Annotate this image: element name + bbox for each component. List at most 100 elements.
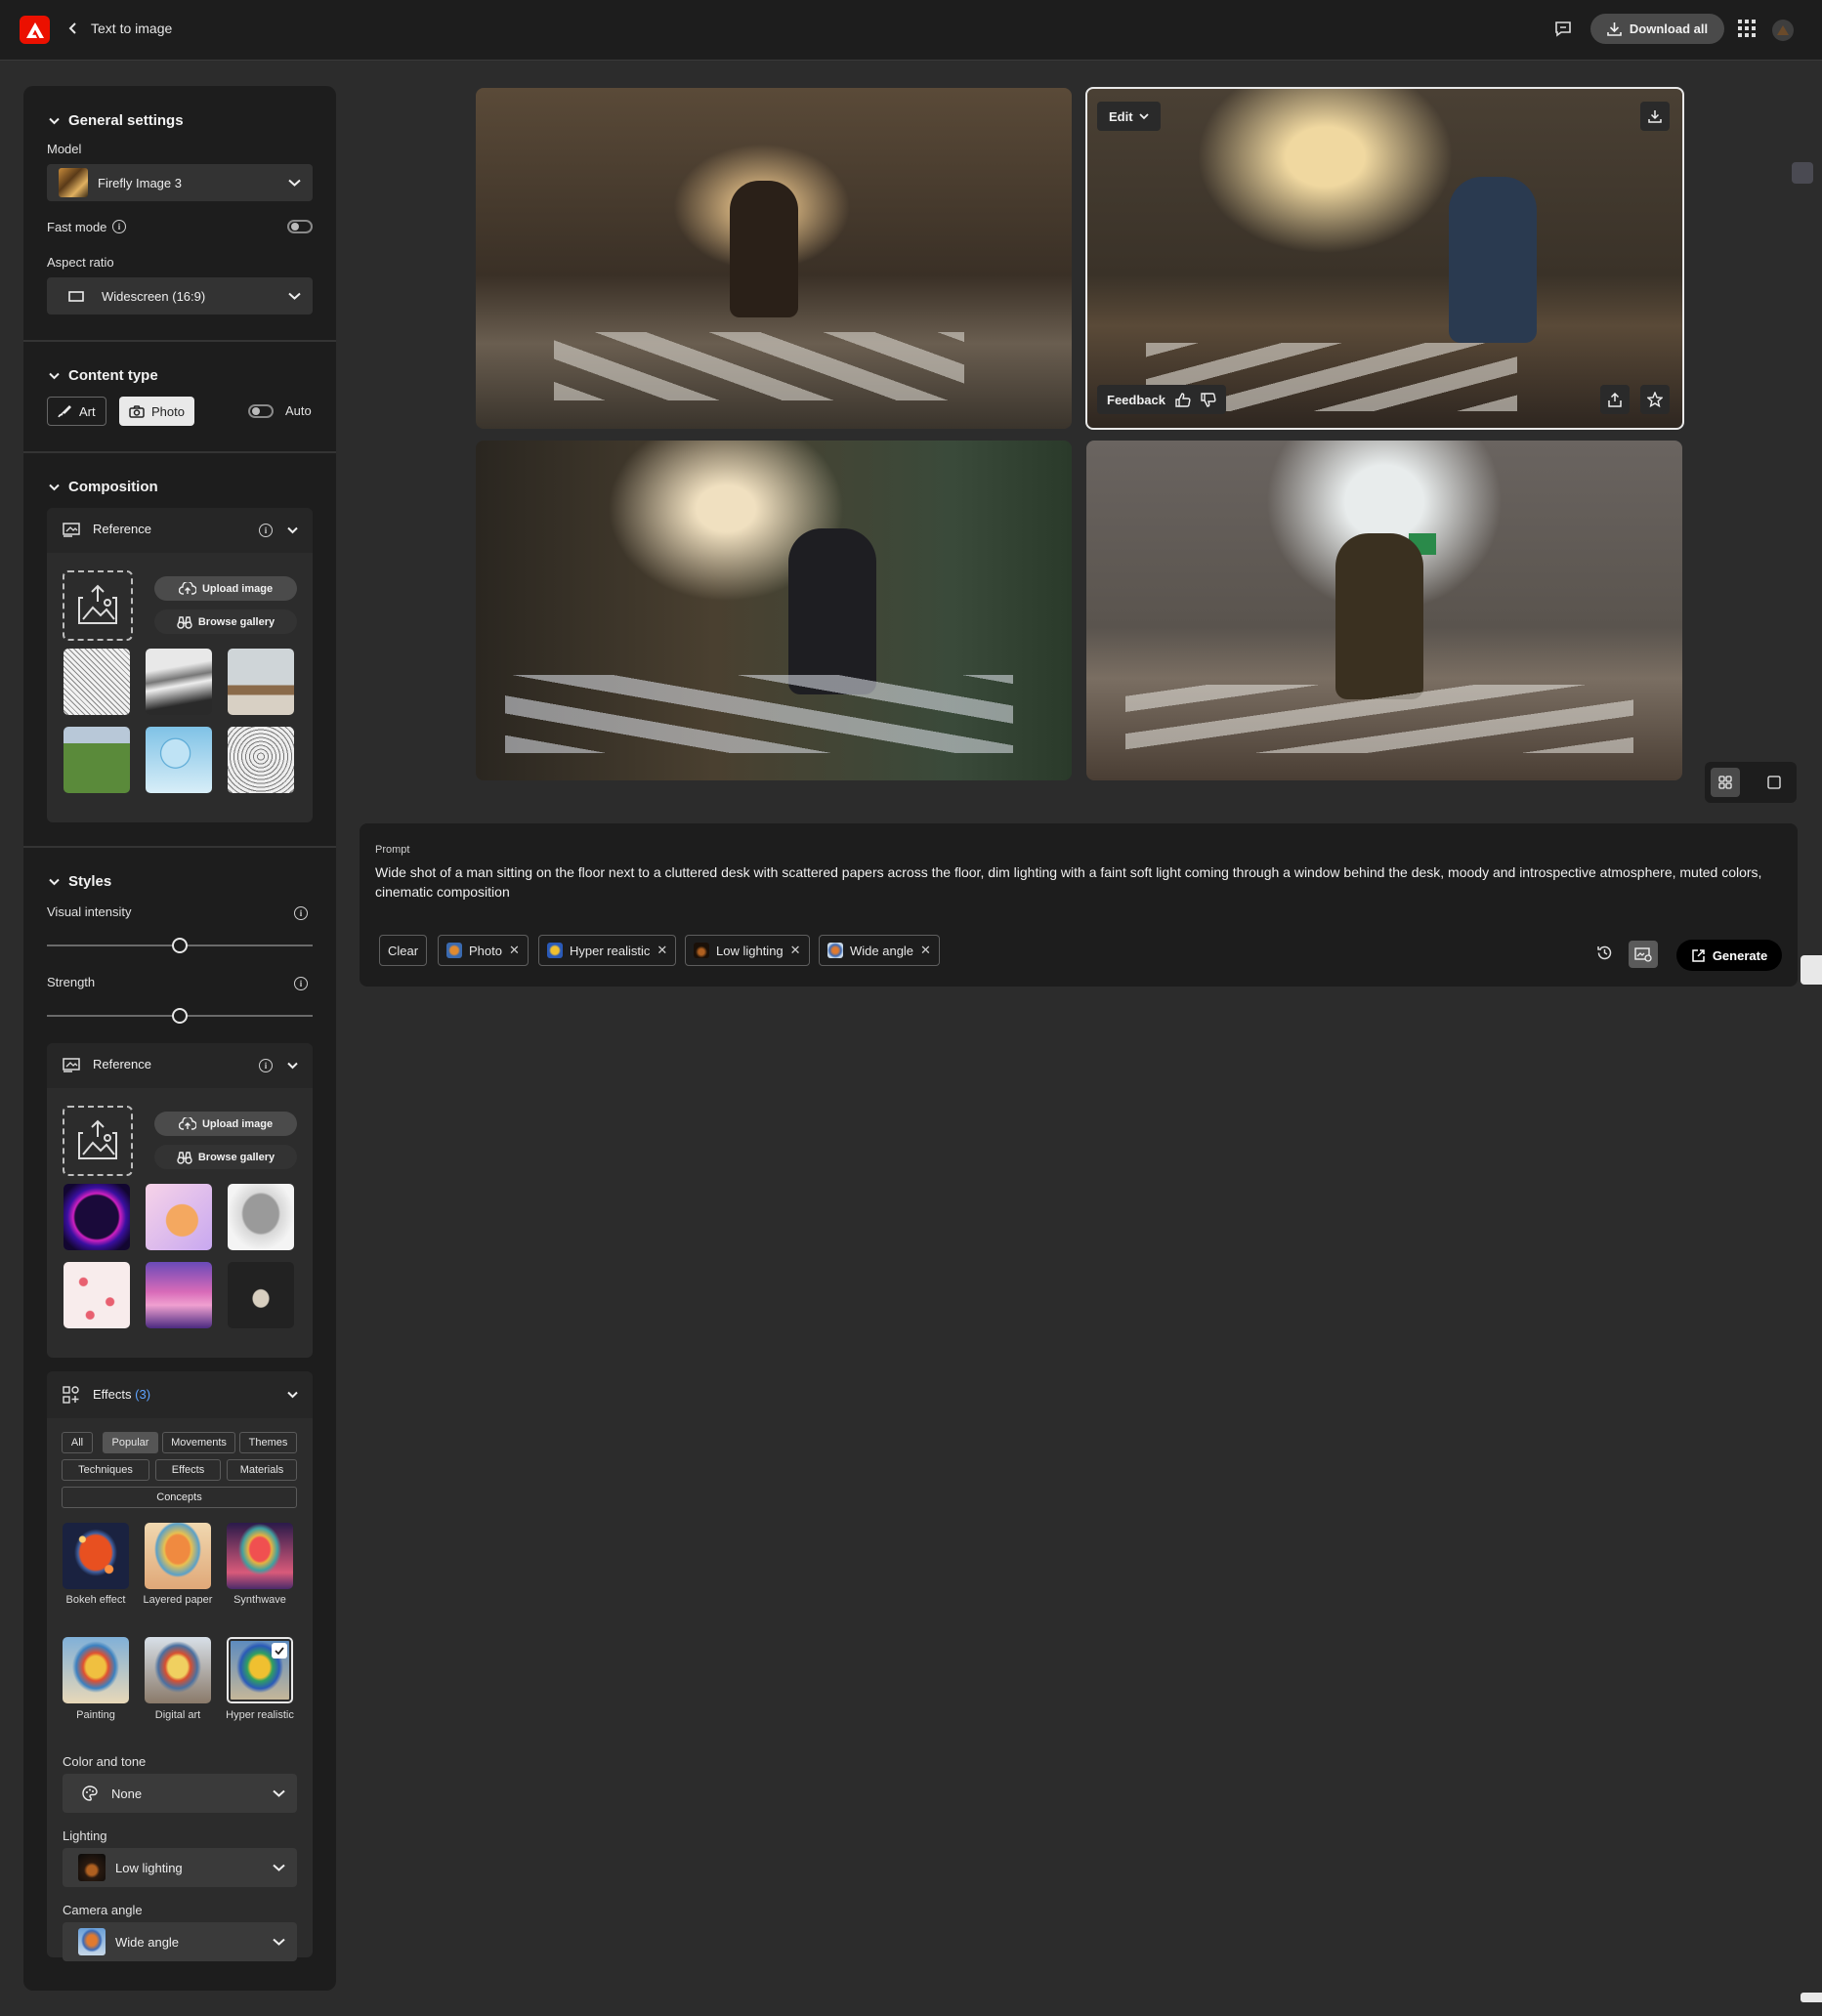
chip-photo[interactable]: Photo ✕ xyxy=(438,935,529,966)
side-drawer-handle-bottom[interactable] xyxy=(1801,1993,1822,2002)
aspect-ratio-label: Aspect ratio xyxy=(47,255,114,270)
chevron-down-icon[interactable] xyxy=(287,1062,298,1070)
browse-gallery-button[interactable]: Browse gallery xyxy=(154,609,297,634)
style-thumb-man-in-suit[interactable] xyxy=(228,1262,294,1328)
effect-hyper-realistic-thumb[interactable] xyxy=(227,1637,293,1703)
download-all-button[interactable]: Download all xyxy=(1590,14,1724,44)
effect-layered-paper-thumb[interactable] xyxy=(145,1523,211,1589)
content-type-header[interactable]: Content type xyxy=(49,367,158,384)
style-thumb-pattern[interactable] xyxy=(64,1262,130,1328)
chip-hyper-realistic[interactable]: Hyper realistic ✕ xyxy=(538,935,677,966)
share-button[interactable] xyxy=(1600,385,1630,414)
clear-button[interactable]: Clear xyxy=(379,935,428,966)
generated-image-3[interactable] xyxy=(476,441,1072,780)
chevron-down-icon[interactable] xyxy=(287,1391,298,1399)
style-thumb-engraved-portrait[interactable] xyxy=(228,1184,294,1250)
effects-tab-techniques[interactable]: Techniques xyxy=(62,1459,149,1481)
close-icon[interactable]: ✕ xyxy=(790,943,801,958)
history-icon[interactable] xyxy=(1593,942,1615,963)
info-icon[interactable]: i xyxy=(259,1059,273,1072)
back-chevron-icon[interactable] xyxy=(63,18,84,39)
aspect-ratio-select[interactable]: Widescreen (16:9) xyxy=(47,277,313,315)
effects-tab-materials[interactable]: Materials xyxy=(227,1459,297,1481)
effects-tab-all[interactable]: All xyxy=(62,1432,93,1453)
upload-dropzone[interactable] xyxy=(63,1106,133,1176)
apps-grid-icon[interactable] xyxy=(1737,19,1758,40)
favorite-button[interactable] xyxy=(1640,385,1670,414)
strength-knob[interactable] xyxy=(172,1008,188,1024)
lighting-select[interactable]: Low lighting xyxy=(63,1848,297,1887)
close-icon[interactable]: ✕ xyxy=(509,943,520,958)
effect-painting-thumb[interactable] xyxy=(63,1637,129,1703)
generated-image-4[interactable] xyxy=(1086,441,1682,780)
auto-toggle[interactable] xyxy=(248,404,274,418)
camera-angle-select[interactable]: Wide angle xyxy=(63,1922,297,1961)
model-select[interactable]: Firefly Image 3 xyxy=(47,164,313,201)
generated-image-2-selected[interactable]: Edit Feedback xyxy=(1085,87,1684,430)
composition-header[interactable]: Composition xyxy=(49,479,158,495)
effect-bokeh-thumb[interactable] xyxy=(63,1523,129,1589)
close-icon[interactable]: ✕ xyxy=(920,943,931,958)
effects-tab-movements[interactable]: Movements xyxy=(162,1432,235,1453)
art-button[interactable]: Art xyxy=(47,397,106,426)
side-drawer-handle[interactable] xyxy=(1801,955,1822,985)
chevron-down-icon[interactable] xyxy=(287,526,298,534)
thumbs-down-icon[interactable] xyxy=(1201,392,1216,407)
art-label: Art xyxy=(79,403,96,419)
effect-synthwave-thumb[interactable] xyxy=(227,1523,293,1589)
info-icon[interactable]: i xyxy=(294,906,308,920)
chip-wide-angle[interactable]: Wide angle ✕ xyxy=(819,935,940,966)
reference-thumb-sketch-bird[interactable] xyxy=(64,649,130,715)
generate-button[interactable]: Generate xyxy=(1676,940,1782,971)
effects-tab-themes[interactable]: Themes xyxy=(239,1432,297,1453)
download-image-button[interactable] xyxy=(1640,102,1670,131)
effects-tab-effects[interactable]: Effects xyxy=(155,1459,221,1481)
browse-gallery-button[interactable]: Browse gallery xyxy=(154,1145,297,1169)
styles-header[interactable]: Styles xyxy=(49,873,111,890)
reference-header[interactable]: Reference i xyxy=(47,508,313,553)
style-thumb-neon-ring[interactable] xyxy=(64,1184,130,1250)
style-thumb-pink-clouds[interactable] xyxy=(146,1262,212,1328)
chip-low-lighting[interactable]: Low lighting ✕ xyxy=(685,935,810,966)
edit-dropdown-button[interactable]: Edit xyxy=(1097,102,1161,131)
visual-intensity-knob[interactable] xyxy=(172,938,188,953)
lighting-thumb xyxy=(78,1854,106,1881)
info-icon[interactable]: i xyxy=(294,977,308,990)
composition-title: Composition xyxy=(68,479,158,495)
generated-image-1[interactable] xyxy=(476,88,1072,429)
color-tone-select[interactable]: None xyxy=(63,1774,297,1813)
reference-thumb-river-landscape[interactable] xyxy=(146,649,212,715)
reference-header[interactable]: Reference i xyxy=(47,1043,313,1088)
info-icon[interactable]: i xyxy=(112,220,126,233)
feedback-chat-icon[interactable] xyxy=(1551,18,1575,41)
effect-digital-art-thumb[interactable] xyxy=(145,1637,211,1703)
chip-wide-angle-thumb xyxy=(827,943,843,958)
aspect-ratio-value: Widescreen (16:9) xyxy=(102,288,206,304)
prompt-text-field[interactable]: Wide shot of a man sitting on the floor … xyxy=(375,862,1782,902)
single-view-button[interactable] xyxy=(1759,768,1789,797)
general-settings-header[interactable]: General settings xyxy=(49,112,184,129)
effects-header[interactable]: Effects (3) xyxy=(47,1371,313,1418)
info-icon[interactable]: i xyxy=(259,524,273,537)
close-icon[interactable]: ✕ xyxy=(657,943,667,958)
reference-thumb-living-room[interactable] xyxy=(228,649,294,715)
chevron-down-icon xyxy=(49,117,60,124)
upload-dropzone[interactable] xyxy=(63,570,133,641)
style-thumb-thumbs-up[interactable] xyxy=(146,1184,212,1250)
upload-image-button[interactable]: Upload image xyxy=(154,576,297,601)
grid-view-button[interactable] xyxy=(1711,768,1740,797)
upload-image-button[interactable]: Upload image xyxy=(154,1112,297,1136)
thumbs-up-icon[interactable] xyxy=(1175,392,1191,407)
avatar[interactable] xyxy=(1772,20,1794,41)
photo-button[interactable]: Photo xyxy=(119,397,194,426)
effects-tab-concepts[interactable]: Concepts xyxy=(62,1487,297,1508)
reference-thumb-owl-sketch[interactable] xyxy=(228,727,294,793)
reference-thumb-3d-sphere[interactable] xyxy=(146,727,212,793)
adobe-logo-icon[interactable] xyxy=(20,16,50,44)
effects-tab-popular[interactable]: Popular xyxy=(103,1432,158,1453)
fast-mode-toggle[interactable] xyxy=(287,220,313,233)
reference-thumb-green-road[interactable] xyxy=(64,727,130,793)
image-settings-button[interactable] xyxy=(1629,941,1658,968)
chip-low-lighting-label: Low lighting xyxy=(716,943,784,958)
side-helper-icon[interactable] xyxy=(1792,162,1813,184)
